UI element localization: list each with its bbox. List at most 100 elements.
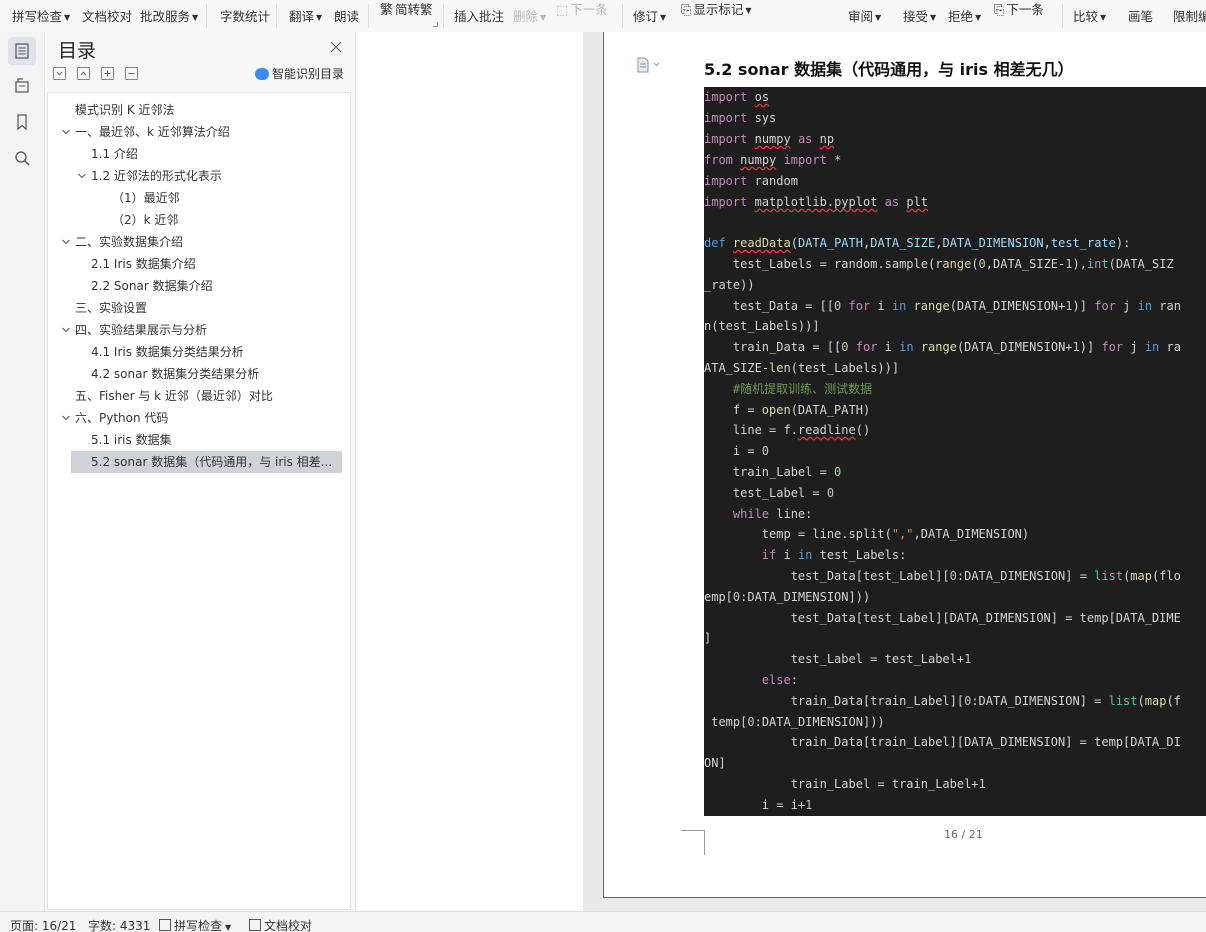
convert-chars-icon: 繁 — [380, 3, 394, 18]
translate-button[interactable]: 翻译 ▼ — [289, 8, 322, 26]
bookmark-icon[interactable] — [8, 108, 36, 136]
code-line: emp[0:DATA_DIMENSION])) — [704, 590, 871, 604]
smart-assistant-icon — [255, 68, 269, 80]
close-icon[interactable] — [330, 38, 342, 53]
word-count-button[interactable]: 字数统计 — [220, 8, 270, 26]
side-icon-strip — [0, 32, 45, 911]
toc-item[interactable]: 模式识别 K 近邻法 — [75, 99, 175, 121]
toc-item-selected[interactable]: 5.2 sonar 数据集（代码通用，与 iris 相差... — [71, 451, 342, 473]
compare-button[interactable]: 比较 ▼ — [1073, 8, 1106, 26]
simp-trad-button[interactable]: 繁简转繁 — [380, 1, 433, 19]
chevron-down-icon[interactable] — [61, 237, 71, 247]
code-line: test_Data[test_Label][0:DATA_DIMENSION] … — [704, 569, 1181, 583]
spell-check-button[interactable]: 拼写检查 ▼ — [12, 8, 70, 26]
code-line: train_Label = 0 — [704, 465, 842, 479]
toc-item[interactable]: 4.1 Iris 数据集分类结果分析 — [91, 341, 244, 363]
toc-item[interactable]: 5.1 iris 数据集 — [91, 429, 172, 451]
show-marks-button[interactable]: ⎘ 显示标记 ▼ — [681, 1, 752, 19]
remove-heading-icon[interactable] — [125, 67, 138, 80]
toc-item[interactable]: 1.2 近邻法的形式化表示 — [91, 165, 222, 187]
code-line: if i in test_Labels: — [761, 548, 907, 562]
add-heading-icon[interactable] — [101, 67, 114, 80]
code-line: _rate)) — [704, 278, 755, 292]
caret-down-icon: ▼ — [64, 13, 71, 22]
code-line: ] — [704, 631, 712, 645]
code-line: ATA_SIZE-len(test_Labels))] — [704, 361, 900, 375]
ink-button[interactable]: 画笔 — [1128, 8, 1153, 26]
next-change-button[interactable]: ⎘ 下一条 — [994, 1, 1044, 19]
toc-item[interactable]: 五、Fisher 与 k 近邻（最近邻）对比 — [75, 385, 273, 407]
accept-button[interactable]: 接受 ▼ — [903, 8, 936, 26]
code-line: f = open(DATA_PATH) — [704, 403, 871, 417]
restrict-edit-button[interactable]: 限制编 — [1173, 8, 1206, 26]
proofread-status[interactable]: 文档校对 — [249, 918, 312, 932]
delete-comment-button[interactable]: 删除 ▼ — [513, 8, 546, 26]
code-line: def readData(DATA_PATH,DATA_SIZE,DATA_DI… — [704, 236, 1131, 250]
spell-check-status[interactable]: 拼写检查 ▼ — [159, 918, 231, 932]
code-line: import random — [704, 174, 798, 188]
code-block: import os import sys import numpy as np … — [704, 87, 1206, 816]
batch-service-button[interactable]: 批改服务 ▼ — [140, 8, 198, 26]
page-indicator[interactable]: 页面: 16/21 — [10, 918, 76, 932]
toolbar-divider — [206, 4, 207, 28]
word-count-indicator[interactable]: 字数: 4331 — [88, 918, 150, 932]
caret-down-icon: ▼ — [875, 13, 882, 22]
insert-comment-button[interactable]: 插入批注 — [454, 8, 504, 26]
code-line: test_Data[test_Label][DATA_DIMENSION] = … — [704, 611, 1181, 625]
toc-item[interactable]: 三、实验设置 — [75, 297, 147, 319]
toolbar-divider — [443, 4, 444, 28]
code-line: train_Data[train_Label][DATA_DIMENSION] … — [704, 735, 1181, 749]
toc-item[interactable]: 四、实验结果展示与分析 — [75, 319, 207, 341]
toc-list: 模式识别 K 近邻法 一、最近邻、k 近邻算法介绍 1.1 介绍 1.2 近邻法… — [47, 92, 351, 910]
navigation-pane-icon[interactable] — [8, 72, 36, 100]
toc-item[interactable]: 一、最近邻、k 近邻算法介绍 — [75, 121, 230, 143]
track-changes-button[interactable]: 修订 ▼ — [633, 8, 666, 26]
checkbox-icon — [159, 919, 171, 931]
toc-title: 目录 — [58, 40, 97, 62]
chevron-down-icon[interactable] — [61, 127, 71, 137]
review-button[interactable]: 审阅 ▼ — [848, 8, 881, 26]
toc-item[interactable]: 4.2 sonar 数据集分类结果分析 — [91, 363, 259, 385]
paragraph-options-icon[interactable] — [636, 56, 664, 74]
document-page: 5.2 sonar 数据集（代码通用，与 iris 相差无几） import o… — [603, 32, 1206, 898]
toc-item[interactable]: 2.1 Iris 数据集介绍 — [91, 253, 196, 275]
code-line: i = i+1 — [704, 798, 813, 812]
code-line: ON] — [704, 756, 726, 770]
code-line: while line: — [732, 507, 813, 521]
toc-item[interactable]: （1）最近邻 — [112, 187, 180, 209]
toc-item[interactable]: （2）k 近邻 — [112, 209, 178, 231]
toc-panel-icon[interactable] — [8, 37, 36, 65]
smart-toc-button[interactable]: 智能识别目录 — [255, 66, 344, 82]
section-heading: 5.2 sonar 数据集（代码通用，与 iris 相差无几） — [704, 60, 1074, 79]
code-line: from numpy import * — [704, 153, 842, 167]
toolbar-divider — [368, 4, 369, 28]
next-comment-button[interactable]: ⬚ 下一条 — [556, 1, 608, 19]
caret-down-icon: ▼ — [745, 6, 752, 15]
doc-proofread-button[interactable]: 文档校对 — [82, 8, 132, 26]
chevron-down-icon[interactable] — [77, 171, 87, 181]
caret-down-icon: ▼ — [930, 13, 937, 22]
collapse-levels-icon[interactable] — [77, 67, 90, 80]
status-bar: 页面: 16/21 字数: 4331 拼写检查 ▼ 文档校对 — [0, 911, 1206, 932]
page-number: 16 / 21 — [944, 828, 983, 841]
chevron-down-icon[interactable] — [61, 413, 71, 423]
code-line: #随机提取训练、测试数据 — [732, 382, 873, 396]
code-line: import os — [704, 90, 770, 104]
toc-item[interactable]: 六、Python 代码 — [75, 407, 168, 429]
code-line: else: — [761, 673, 798, 687]
chevron-down-icon[interactable] — [61, 325, 71, 335]
toc-item[interactable]: 二、实验数据集介绍 — [75, 231, 183, 253]
caret-down-icon: ▼ — [975, 13, 982, 22]
read-aloud-button[interactable]: 朗读 — [334, 8, 359, 26]
toc-item[interactable]: 1.1 介绍 — [91, 143, 138, 165]
dialog-launcher-icon[interactable] — [433, 22, 438, 27]
show-marks-icon: ⎘ — [681, 3, 692, 18]
reject-button[interactable]: 拒绝 ▼ — [948, 8, 981, 26]
code-line: i = 0 — [704, 444, 770, 458]
expand-levels-icon[interactable] — [53, 67, 66, 80]
search-icon[interactable] — [8, 144, 36, 172]
toc-item[interactable]: 2.2 Sonar 数据集介绍 — [91, 275, 213, 297]
toc-panel: 目录 智能识别目录 模式识别 K 近邻法 一、最近邻、k 近邻算法介绍 1.1 … — [45, 32, 356, 911]
next-comment-icon: ⬚ — [556, 3, 569, 18]
code-line: import sys — [704, 111, 777, 125]
